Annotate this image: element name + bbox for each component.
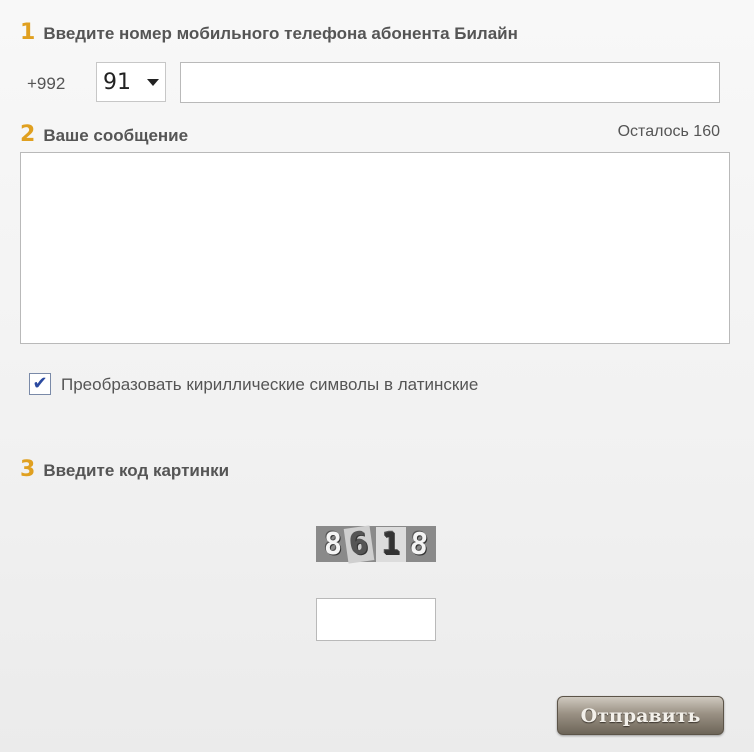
dropdown-arrow-icon [147, 79, 159, 86]
step-2-number: 2 [20, 122, 36, 147]
captcha-code-input[interactable] [316, 598, 436, 641]
country-code-prefix: +992 [27, 74, 66, 93]
step-1-heading: 1 Введите номер мобильного телефона абон… [20, 20, 518, 45]
captcha-digit: 8 [408, 525, 430, 563]
step-1-number: 1 [20, 20, 36, 45]
step-1-title: Введите номер мобильного телефона абонен… [43, 24, 518, 43]
phone-number-input[interactable] [180, 62, 720, 103]
step-3-number: 3 [20, 457, 36, 482]
transliterate-label[interactable]: Преобразовать кириллические символы в ла… [61, 375, 478, 395]
step-3-title: Введите код картинки [43, 461, 230, 480]
operator-code-value: 91 [103, 69, 131, 95]
captcha-digit: 6 [343, 524, 375, 564]
message-textarea[interactable] [20, 152, 730, 344]
characters-remaining: Осталось 160 [617, 123, 720, 140]
step-2-heading: 2 Ваше сообщение [20, 122, 188, 147]
captcha-digit: 8 [323, 526, 343, 562]
submit-button[interactable]: Отправить [557, 696, 724, 735]
transliterate-checkbox[interactable]: ✔ [29, 373, 51, 395]
step-3-heading: 3 Введите код картинки [20, 457, 229, 482]
captcha-image: 8 6 1 8 [316, 524, 436, 564]
captcha-digit: 1 [375, 526, 407, 562]
checkmark-icon: ✔ [32, 373, 48, 394]
step-2-title: Ваше сообщение [43, 126, 189, 145]
submit-button-label: Отправить [580, 704, 701, 727]
operator-code-select[interactable]: 91 [96, 62, 166, 102]
